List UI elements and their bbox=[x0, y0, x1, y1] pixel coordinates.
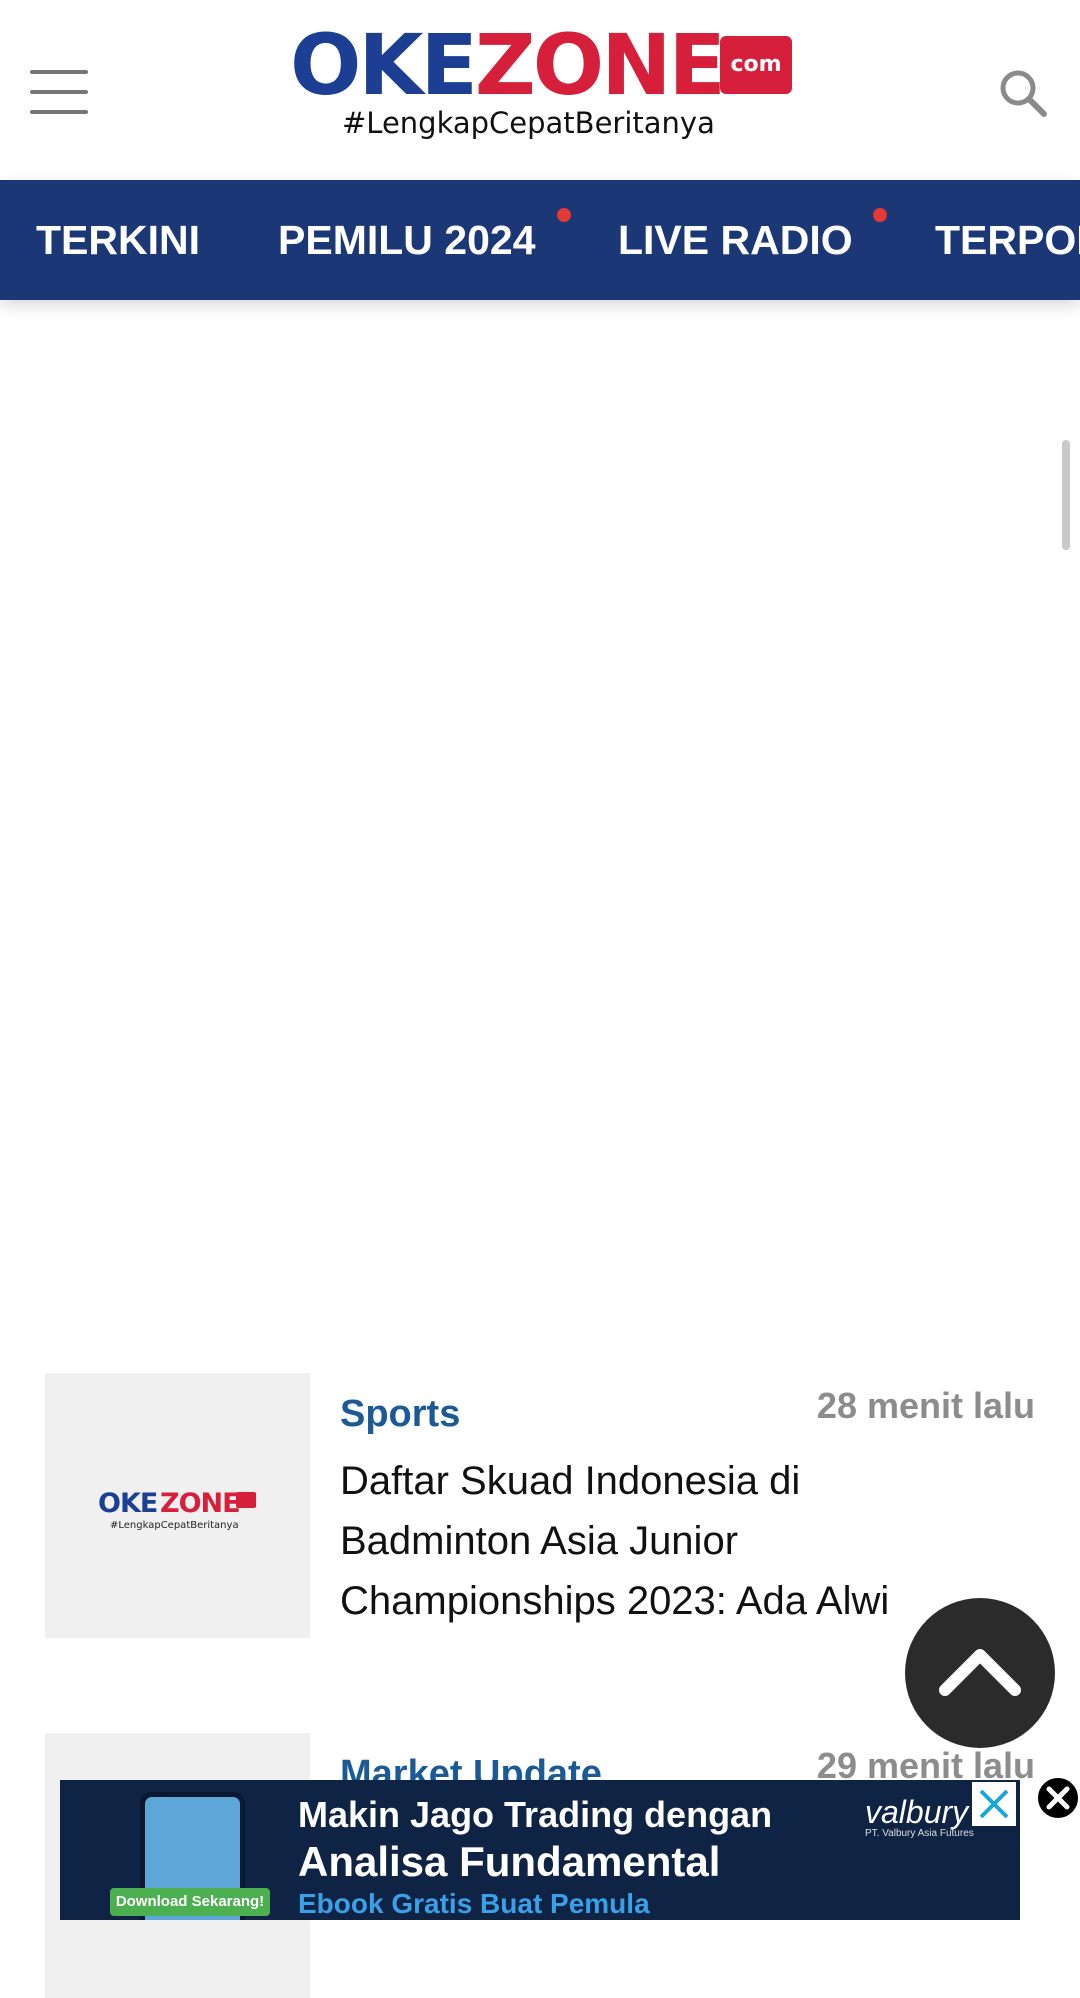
article-title[interactable]: Daftar Skuad Indonesia di Badminton Asia… bbox=[340, 1451, 980, 1638]
search-button[interactable] bbox=[998, 68, 1048, 118]
svg-text:#LengkapCepatBeritanya: #LengkapCepatBeritanya bbox=[110, 1520, 239, 1530]
live-dot-icon bbox=[557, 208, 571, 222]
search-icon bbox=[1000, 70, 1047, 117]
nav-item-terkini[interactable]: TERKINI bbox=[36, 180, 200, 300]
site-logo[interactable]: OKEZONE com #LengkapCepatBeritanya bbox=[290, 23, 792, 148]
article-timestamp: 28 menit lalu bbox=[816, 1385, 1035, 1426]
hamburger-icon-bar bbox=[30, 90, 88, 94]
okezone-logo-placeholder: OKE ZONE #LengkapCepatBeritanya bbox=[98, 1488, 256, 1530]
ad-brand-subtitle: PT. Valbury Asia Futures bbox=[865, 1828, 974, 1839]
logo-word-red: ZONE bbox=[474, 16, 726, 114]
nav-item-terpopuler[interactable]: TERPOPULER bbox=[935, 180, 1080, 300]
nav-item-pemilu-2024[interactable]: PEMILU 2024 bbox=[278, 180, 536, 300]
article-thumbnail: OKE ZONE #LengkapCepatBeritanya bbox=[45, 1373, 310, 1638]
close-icon bbox=[1046, 1786, 1070, 1810]
live-dot-icon bbox=[873, 208, 887, 222]
logo-tagline: #LengkapCepatBeritanya bbox=[342, 106, 715, 140]
article-item[interactable]: OKE ZONE #LengkapCepatBeritanya Sports 2… bbox=[45, 1373, 1035, 1638]
scroll-to-top-button[interactable] bbox=[905, 1598, 1055, 1748]
ad-headline-2: Analisa Fundamental bbox=[298, 1838, 721, 1885]
article-category[interactable]: Sports bbox=[340, 1393, 460, 1436]
ad-headline-1: Makin Jago Trading dengan bbox=[298, 1794, 773, 1835]
ad-brand: valbury bbox=[865, 1794, 969, 1830]
chevron-up-icon bbox=[939, 1649, 1021, 1696]
svg-text:ZONE: ZONE bbox=[160, 1488, 240, 1519]
hamburger-icon-bar bbox=[30, 110, 88, 114]
category-nav: TERKINI PEMILU 2024 LIVE RADIO TERPOPULE… bbox=[0, 180, 1080, 300]
ad-choices-close-button[interactable] bbox=[972, 1782, 1016, 1826]
site-header: OKEZONE com #LengkapCepatBeritanya bbox=[0, 0, 1080, 180]
logo-wordmark: OKEZONE bbox=[290, 23, 726, 107]
menu-button[interactable] bbox=[30, 70, 90, 115]
ad-subline: Ebook Gratis Buat Pemula bbox=[298, 1888, 650, 1919]
nav-item-live-radio[interactable]: LIVE RADIO bbox=[618, 180, 853, 300]
svg-text:OKE: OKE bbox=[98, 1488, 157, 1519]
scrollbar[interactable] bbox=[1062, 440, 1070, 550]
logo-word-blue: OKE bbox=[290, 16, 478, 114]
close-icon bbox=[979, 1789, 1009, 1819]
hamburger-icon bbox=[30, 70, 88, 74]
ad-banner[interactable]: Download Sekarang! Makin Jago Trading de… bbox=[60, 1780, 1020, 1920]
ad-dismiss-button[interactable] bbox=[1036, 1776, 1080, 1820]
ad-download-button[interactable]: Download Sekarang! bbox=[110, 1888, 270, 1916]
logo-domain-badge: com bbox=[720, 36, 792, 94]
